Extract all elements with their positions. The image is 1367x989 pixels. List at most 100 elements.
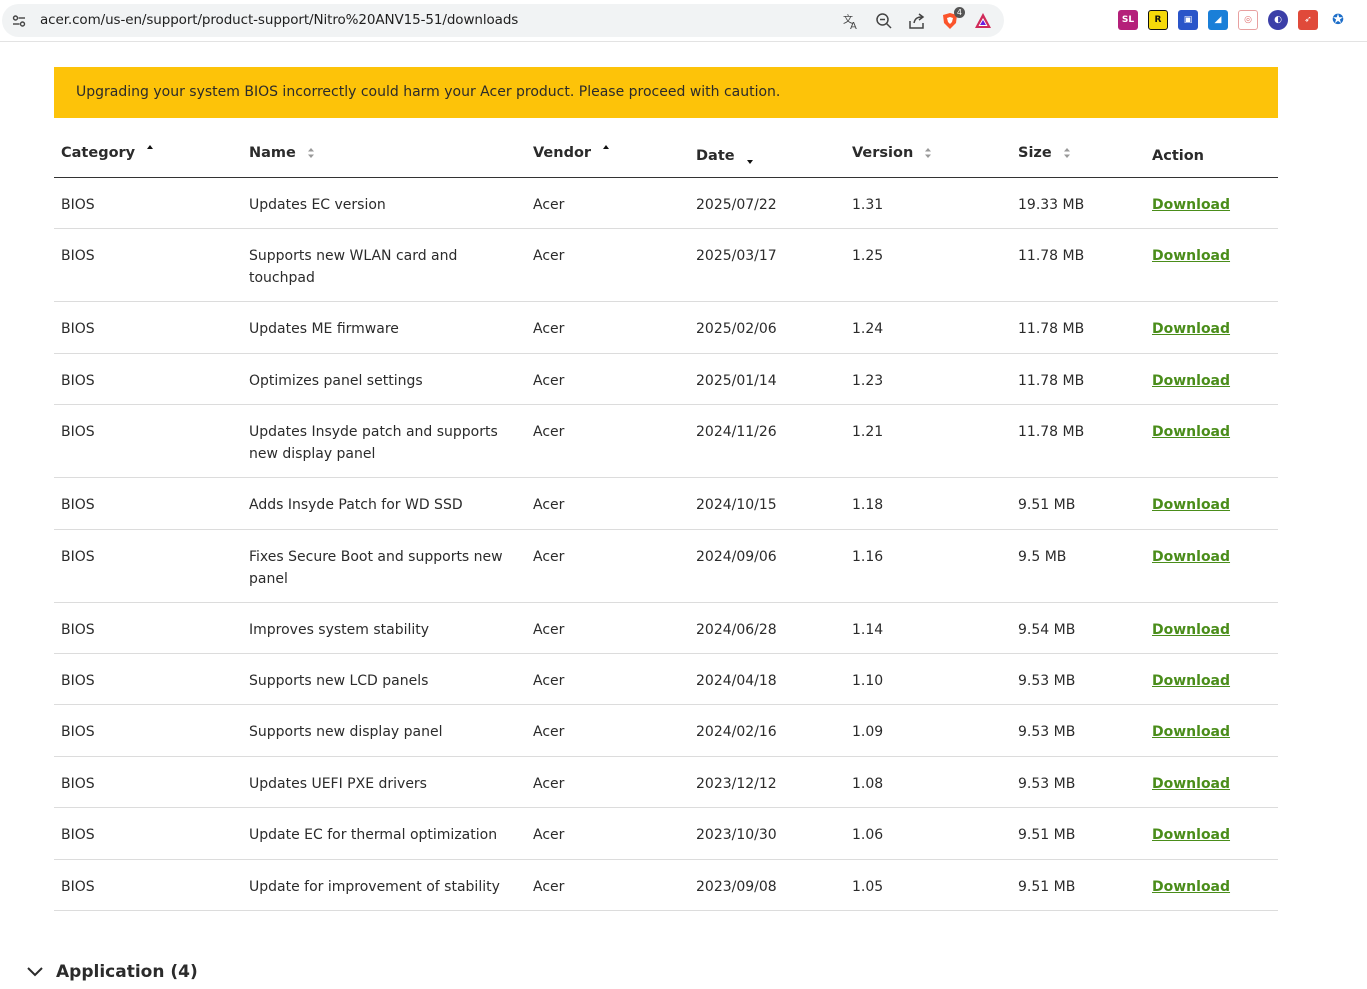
download-link[interactable]: Download (1152, 422, 1230, 444)
chevron-down-icon (27, 967, 43, 977)
cell-name: Update for improvement of stability (249, 879, 500, 895)
cell-size: 9.54 MB (1018, 622, 1076, 638)
cell-version: 1.05 (852, 879, 884, 895)
extension-cast-icon[interactable]: ◢ (1208, 10, 1228, 30)
cell-name: Update EC for thermal optimization (249, 827, 498, 843)
cell-date: 2023/12/12 (696, 776, 777, 792)
download-link[interactable]: Download (1152, 722, 1230, 744)
cell-date: 2025/02/06 (696, 321, 777, 337)
cell-version: 1.14 (852, 622, 884, 638)
cell-name: Fixes Secure Boot and supports new panel (249, 549, 503, 587)
url-text[interactable]: acer.com/us-en/support/product-support/N… (40, 12, 518, 28)
brave-rewards-icon[interactable] (972, 10, 994, 32)
extension-moon-icon[interactable]: ◐ (1268, 10, 1288, 30)
header-size[interactable]: Size (1018, 145, 1072, 161)
sort-ascending-icon (603, 145, 610, 149)
cell-name: Updates ME firmware (249, 321, 399, 337)
cell-category: BIOS (61, 321, 95, 337)
cell-size: 9.53 MB (1018, 673, 1076, 689)
download-link[interactable]: Download (1152, 319, 1230, 341)
table-row: BIOS Update for improvement of stability… (54, 860, 1278, 911)
browser-toolbar: acer.com/us-en/support/product-support/N… (0, 0, 1367, 42)
cell-name: Updates EC version (249, 197, 386, 213)
header-date[interactable]: Date (696, 145, 755, 167)
table-row: BIOS Adds Insyde Patch for WD SSD Acer 2… (54, 478, 1278, 530)
cell-size: 9.53 MB (1018, 776, 1076, 792)
download-link[interactable]: Download (1152, 877, 1230, 899)
sort-unsorted-icon (307, 148, 314, 158)
sort-ascending-icon (147, 145, 154, 149)
svg-text:A: A (850, 21, 857, 30)
cell-category: BIOS (61, 373, 95, 389)
cell-version: 1.10 (852, 673, 884, 689)
cell-version: 1.23 (852, 373, 884, 389)
cell-date: 2025/03/17 (696, 248, 777, 264)
address-bar[interactable]: acer.com/us-en/support/product-support/N… (2, 4, 1004, 37)
cell-name: Optimizes panel settings (249, 373, 423, 389)
cell-version: 1.31 (852, 197, 884, 213)
cell-name: Updates UEFI PXE drivers (249, 776, 427, 792)
cell-vendor: Acer (533, 673, 565, 689)
cell-vendor: Acer (533, 497, 565, 513)
cell-vendor: Acer (533, 776, 565, 792)
download-link[interactable]: Download (1152, 825, 1230, 847)
cell-name: Supports new display panel (249, 724, 443, 740)
cell-vendor: Acer (533, 549, 565, 565)
cell-date: 2024/09/06 (696, 549, 777, 565)
cell-category: BIOS (61, 879, 95, 895)
cell-size: 9.51 MB (1018, 497, 1076, 513)
cell-vendor: Acer (533, 879, 565, 895)
extension-r-icon[interactable]: R (1148, 10, 1168, 30)
cell-name: Improves system stability (249, 622, 430, 638)
zoom-out-icon[interactable] (873, 10, 895, 32)
translate-icon[interactable]: 文A (840, 10, 862, 32)
download-link[interactable]: Download (1152, 495, 1230, 517)
cell-date: 2024/10/15 (696, 497, 777, 513)
table-row: BIOS Optimizes panel settings Acer 2025/… (54, 354, 1278, 405)
download-link[interactable]: Download (1152, 371, 1230, 393)
download-link[interactable]: Download (1152, 774, 1230, 796)
cell-size: 9.51 MB (1018, 827, 1076, 843)
cell-name: Supports new LCD panels (249, 673, 429, 689)
header-name[interactable]: Name (249, 145, 509, 161)
table-header: Category Name Vendor Date Version Size A… (54, 130, 1278, 178)
download-link[interactable]: Download (1152, 620, 1230, 642)
extension-camera-icon[interactable]: ◎ (1238, 10, 1258, 30)
extension-rocket-icon[interactable]: ➶ (1298, 10, 1318, 30)
extension-gear-icon[interactable]: ✪ (1328, 10, 1348, 30)
cell-size: 9.51 MB (1018, 879, 1076, 895)
application-section-toggle[interactable]: Application (4) (26, 962, 198, 982)
header-category[interactable]: Category (61, 145, 155, 161)
cell-vendor: Acer (533, 827, 565, 843)
extension-sl-icon[interactable]: SL (1118, 10, 1138, 30)
header-vendor[interactable]: Vendor (533, 145, 611, 161)
header-action: Action (1152, 148, 1205, 164)
cell-date: 2024/11/26 (696, 424, 777, 440)
sort-unsorted-icon (925, 148, 932, 158)
site-settings-icon[interactable] (11, 13, 27, 29)
cell-version: 1.21 (852, 424, 884, 440)
cell-version: 1.08 (852, 776, 884, 792)
cell-category: BIOS (61, 197, 95, 213)
cell-size: 19.33 MB (1018, 197, 1085, 213)
download-link[interactable]: Download (1152, 547, 1230, 569)
download-link[interactable]: Download (1152, 671, 1230, 693)
share-icon[interactable] (906, 10, 928, 32)
cell-category: BIOS (61, 673, 95, 689)
brave-shield-icon[interactable]: 4 (939, 7, 965, 32)
cell-category: BIOS (61, 827, 95, 843)
bios-warning-banner: Upgrading your system BIOS incorrectly c… (54, 67, 1278, 118)
cell-version: 1.06 (852, 827, 884, 843)
download-link[interactable]: Download (1152, 246, 1230, 268)
cell-version: 1.24 (852, 321, 884, 337)
cell-name: Supports new WLAN card and touchpad (249, 248, 458, 286)
download-link[interactable]: Download (1152, 195, 1230, 217)
cell-category: BIOS (61, 248, 95, 264)
cell-size: 9.53 MB (1018, 724, 1076, 740)
extension-bookmark-icon[interactable]: ▣ (1178, 10, 1198, 30)
header-version[interactable]: Version (852, 145, 933, 161)
table-row: BIOS Updates UEFI PXE drivers Acer 2023/… (54, 757, 1278, 808)
cell-date: 2025/01/14 (696, 373, 777, 389)
cell-category: BIOS (61, 776, 95, 792)
cell-date: 2025/07/22 (696, 197, 777, 213)
